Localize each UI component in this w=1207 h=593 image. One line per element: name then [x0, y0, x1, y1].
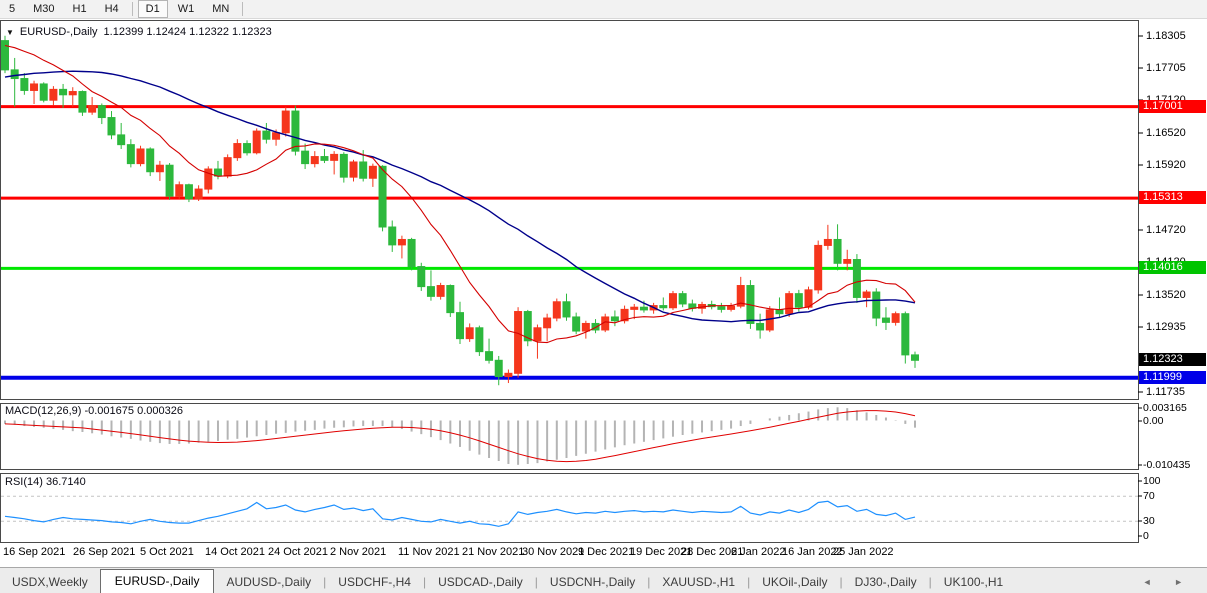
- price-badge-1.11999: 1.11999: [1139, 371, 1206, 384]
- symbol-title: EURUSD-,Daily: [20, 26, 98, 38]
- chart-tab-usdx-weekly[interactable]: USDX,Weekly: [0, 571, 100, 593]
- date-tick: 2 Nov 2021: [330, 546, 386, 558]
- trading-platform-window: { "toolbar": { "timeframes_left": ["5", …: [0, 0, 1207, 593]
- chart-tab-audusd-daily[interactable]: AUDUSD-,Daily: [214, 571, 323, 593]
- chart-tab-usdchf-h4[interactable]: USDCHF-,H4: [326, 571, 423, 593]
- price-badge-1.14016: 1.14016: [1139, 261, 1206, 274]
- date-tick: 16 Sep 2021: [3, 546, 65, 558]
- indicator-axis-tick: -0.010435: [1143, 459, 1190, 471]
- price-tick: 1.15920: [1146, 159, 1186, 171]
- tab-scroll-arrows[interactable]: ◄ ►: [1143, 577, 1207, 593]
- chart-canvas[interactable]: [0, 0, 1207, 593]
- chart-tab-dj30-daily[interactable]: DJ30-,Daily: [843, 571, 929, 593]
- ohlc-readout: 1.12399 1.12424 1.12322 1.12323: [104, 26, 272, 38]
- price-tick: 1.13520: [1146, 289, 1186, 301]
- date-tick: 25 Jan 2022: [833, 546, 894, 558]
- chart-title-bar: ▼ EURUSD-,Daily 1.12399 1.12424 1.12322 …: [6, 26, 272, 38]
- indicator-axis-tick: 0.00: [1143, 415, 1163, 427]
- date-tick: 5 Oct 2021: [140, 546, 194, 558]
- chart-tab-usdcnh-daily[interactable]: USDCNH-,Daily: [538, 571, 647, 593]
- price-tick: 1.18305: [1146, 30, 1186, 42]
- price-tick: 1.11735: [1146, 386, 1185, 398]
- indicator-axis-tick: 30: [1143, 515, 1155, 527]
- date-tick: 11 Nov 2021: [398, 546, 460, 558]
- ma-slow-line[interactable]: [5, 71, 915, 322]
- chart-tab-usdcad-daily[interactable]: USDCAD-,Daily: [426, 571, 535, 593]
- candlestick-series[interactable]: [2, 36, 919, 385]
- rsi-panel-border: [1, 474, 1139, 543]
- price-badge-1.15313: 1.15313: [1139, 191, 1206, 204]
- date-tick: 21 Nov 2021: [462, 546, 524, 558]
- date-tick: 24 Oct 2021: [268, 546, 328, 558]
- price-badge-1.17001: 1.17001: [1139, 100, 1206, 113]
- price-tick: 1.17705: [1146, 62, 1186, 74]
- rsi-line: [5, 501, 915, 526]
- chart-tab-xauusd-h1[interactable]: XAUUSD-,H1: [650, 571, 747, 593]
- price-tick: 1.14720: [1146, 224, 1186, 236]
- indicator-axis-tick: 70: [1143, 490, 1155, 502]
- main-panel-border: [1, 21, 1139, 400]
- chart-tab-eurusd-daily[interactable]: EURUSD-,Daily: [100, 569, 215, 593]
- macd-label: MACD(12,26,9) -0.001675 0.000326: [5, 405, 183, 417]
- indicator-axis-tick: 100: [1143, 475, 1161, 487]
- chart-tab-ukoil-daily[interactable]: UKOil-,Daily: [750, 571, 839, 593]
- indicator-axis-tick: 0.003165: [1143, 402, 1187, 414]
- date-tick: 9 Dec 2021: [578, 546, 634, 558]
- rsi-label: RSI(14) 36.7140: [5, 476, 86, 488]
- chart-dropdown-icon[interactable]: ▼: [6, 28, 14, 37]
- chart-tab-uk100-h1[interactable]: UK100-,H1: [932, 571, 1015, 593]
- date-tick: 30 Nov 2021: [522, 546, 584, 558]
- date-tick: 6 Jan 2022: [731, 546, 785, 558]
- chart-tab-bar: USDX,WeeklyEURUSD-,DailyAUDUSD-,Daily|US…: [0, 567, 1207, 593]
- ma-fast-line[interactable]: [5, 46, 915, 343]
- price-tick: 1.16520: [1146, 127, 1186, 139]
- date-tick: 14 Oct 2021: [205, 546, 265, 558]
- date-tick: 26 Sep 2021: [73, 546, 135, 558]
- price-tick: 1.12935: [1146, 321, 1186, 333]
- price-badge-1.12323: 1.12323: [1139, 353, 1206, 366]
- indicator-axis-tick: 0: [1143, 530, 1149, 542]
